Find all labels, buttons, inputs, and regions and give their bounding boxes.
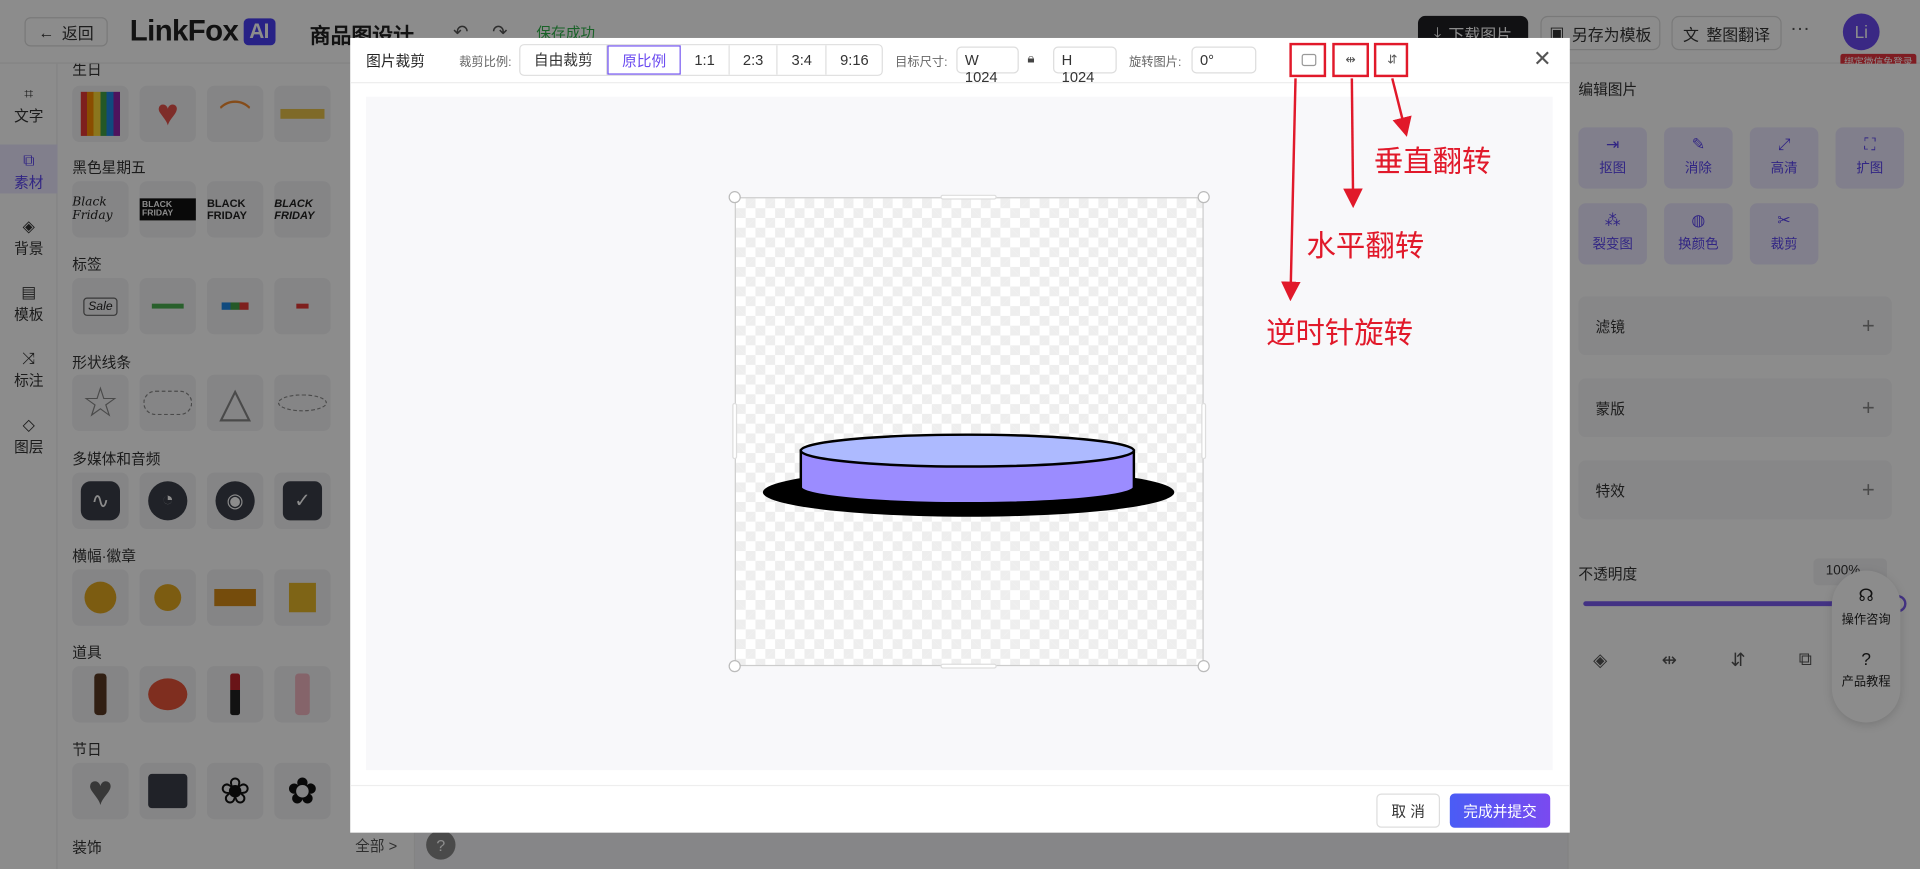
ratio-1-1[interactable]: 1:1 — [680, 45, 730, 75]
crop-handle-left[interactable] — [732, 402, 738, 460]
crop-handle-bottom-right[interactable] — [1197, 660, 1210, 673]
lock-icon[interactable]: 🔒︎ — [1027, 51, 1034, 67]
annotation-flip-horizontal: 水平翻转 — [1306, 228, 1425, 264]
width-input[interactable]: W 1024 — [956, 46, 1019, 86]
height-input[interactable]: H 1024 — [1053, 46, 1117, 86]
cancel-button[interactable]: 取 消 — [1376, 793, 1441, 828]
close-icon[interactable]: ✕ — [1533, 47, 1551, 73]
annotation-flip-vertical: 垂直翻转 — [1373, 144, 1492, 179]
annotation-rotate-ccw: 逆时针旋转 — [1266, 315, 1414, 351]
ratio-3-4[interactable]: 3:4 — [778, 45, 827, 75]
ratio-9-16[interactable]: 9:16 — [826, 45, 883, 75]
crop-frame[interactable] — [728, 191, 1210, 673]
ratio-original[interactable]: 原比例 — [607, 45, 681, 75]
dialog-footer: 取 消 完成并提交 — [350, 784, 1570, 833]
ratio-selector: 自由裁剪 原比例 1:1 2:3 3:4 9:16 — [519, 44, 884, 76]
ratio-free[interactable]: 自由裁剪 — [520, 45, 608, 75]
crop-handle-right[interactable] — [1201, 402, 1207, 460]
highlight-flip-horizontal — [1332, 42, 1369, 78]
rotate-input[interactable]: 0° — [1191, 46, 1257, 74]
podium-image — [762, 433, 1175, 517]
ratio-2-3[interactable]: 2:3 — [729, 45, 779, 75]
podium-top — [799, 433, 1136, 468]
target-size-label: 目标尺寸: — [895, 56, 948, 70]
rotate-label: 旋转图片: — [1128, 56, 1182, 70]
crop-handle-bottom-left[interactable] — [728, 660, 741, 673]
highlight-flip-vertical — [1373, 42, 1409, 78]
crop-canvas — [366, 96, 1553, 771]
submit-button[interactable]: 完成并提交 — [1449, 793, 1551, 828]
crop-handle-top[interactable] — [940, 194, 997, 200]
highlight-rotate-ccw — [1289, 42, 1327, 78]
crop-handle-top-left[interactable] — [728, 191, 741, 204]
app-root: ← 返回 LinkFox AI 商品图设计 ↶ ↷ 保存成功 ⤓ 下载图片 ▣ … — [0, 0, 1920, 869]
dialog-title: 图片裁剪 — [366, 52, 425, 70]
ratio-label: 裁剪比例: — [459, 56, 512, 70]
crop-handle-top-right[interactable] — [1197, 191, 1210, 204]
crop-handle-bottom[interactable] — [940, 663, 997, 669]
